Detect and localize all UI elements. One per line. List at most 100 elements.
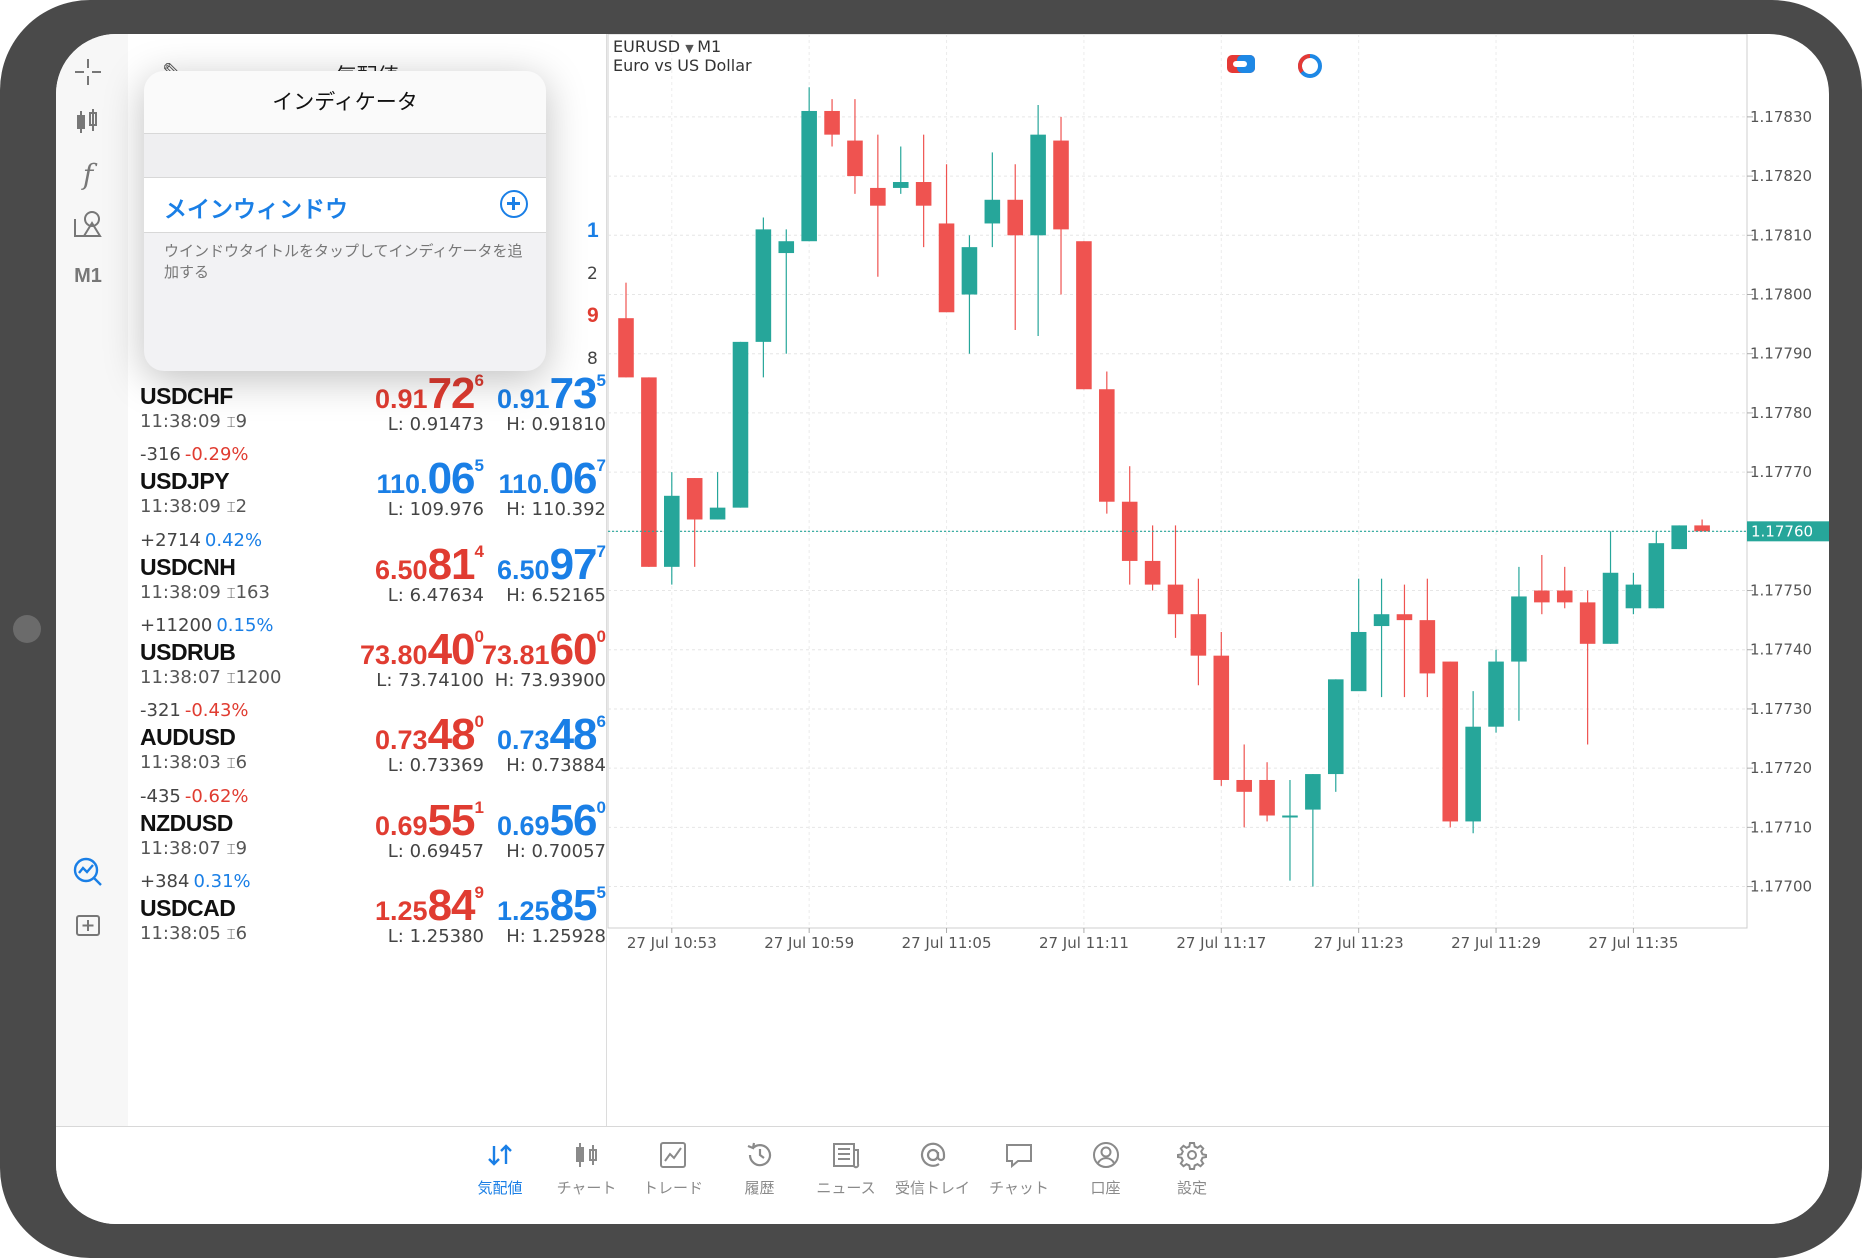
tab-trade[interactable]: トレード [628,1137,718,1198]
quote-change-points: -435 [140,785,181,807]
ask-price[interactable]: 1.25855 [497,881,606,931]
tab-account[interactable]: 口座 [1061,1137,1151,1198]
trading-signals-icon[interactable] [70,854,106,890]
candle-body [1144,560,1161,585]
add-indicator-icon[interactable] [500,190,528,218]
popover-title: インディケータ [144,71,546,134]
tab-history[interactable]: 履歴 [715,1137,805,1198]
timeframe-button[interactable]: M1 [70,258,106,294]
one-click-trading-icon[interactable] [1225,52,1257,76]
mailbox-icon [888,1137,978,1173]
ask-price[interactable]: 110.067 [499,454,606,504]
candle-body [1350,631,1367,692]
main-window-row[interactable]: メインウィンドウ [144,178,546,233]
ask-price-pip: 0 [596,626,606,646]
bid-price[interactable]: 0.91726 [375,369,484,419]
candle-body [1419,620,1436,674]
partial-value: 2 [587,264,598,284]
y-tick-label: 1.17830 [1750,108,1812,126]
add-window-icon[interactable] [70,907,106,943]
y-tick-label: 1.17720 [1750,759,1812,777]
ask-price[interactable]: 0.91735 [497,369,606,419]
ask-price-pip: 5 [596,371,606,390]
trade-levels-icon[interactable] [1296,52,1326,78]
chart-type-icon[interactable] [70,104,106,140]
candle-body [1236,779,1252,792]
tab-chat[interactable]: チャット [974,1137,1064,1198]
x-tick-label: 27 Jul 11:05 [902,934,992,952]
bid-price[interactable]: 0.73480 [375,710,484,760]
candlestick-chart[interactable]: 1.17830 1.17820 1.17810 1.17800 1.17790 1.177… [607,34,1829,1126]
candle-body [870,187,886,206]
bid-price[interactable]: 1.25849 [375,881,484,931]
candle-body [1511,596,1527,662]
chart-symbol-label[interactable]: EURUSD ▼ M1 [613,37,721,56]
ask-price-pip: 7 [596,541,606,561]
quote-time: 11:38:03 ⌶6 [140,752,247,773]
quote-spread: 163 [235,581,270,603]
y-tick-label: 1.17750 [1750,582,1812,600]
current-price-label: 1.17760 [1751,522,1813,540]
quote-time-value: 11:38:09 [140,496,221,518]
bid-price-big: 84 [427,880,476,930]
spread-icon: ⌶ [226,924,236,943]
main-window-label[interactable]: メインウィンドウ [164,190,348,224]
ask-price-pip: 6 [596,712,606,732]
bid-price-small: 0.91 [375,384,428,414]
candle-body [1053,140,1069,230]
bid-price-pip: 6 [474,371,484,390]
candle-body [1099,389,1115,502]
bid-price-big: 40 [427,624,476,674]
quote-low: L: 0.91473 [387,414,484,435]
ask-price-big: 97 [549,539,598,589]
candle-body [1625,584,1642,609]
tab-label: ニュース [816,1179,876,1197]
x-tick-label: 27 Jul 10:53 [627,934,717,952]
quote-high: H: 0.70057 [506,840,606,862]
quote-low: L: 0.73369 [387,755,484,777]
tab-label: チャット [989,1179,1049,1197]
quote-change-points: +2714 [140,529,201,551]
device-home-button[interactable] [13,615,41,643]
chart-area[interactable]: 1.17830 1.17820 1.17810 1.17800 1.17790 1.177… [607,34,1829,1126]
quote-time: 11:38:09 ⌶9 [140,411,247,432]
objects-icon[interactable] [70,206,106,242]
quote-symbol: AUDUSD [140,724,236,751]
tab-label: 設定 [1176,1179,1207,1197]
news-icon [801,1137,891,1173]
ask-price[interactable]: 0.73486 [497,710,606,760]
tab-chart[interactable]: チャート [542,1137,632,1198]
candle-body [1190,614,1207,656]
quote-change-percent: 0.42% [204,529,263,551]
bid-price[interactable]: 6.50814 [375,540,484,590]
tab-label: 履歴 [744,1179,775,1197]
quote-change-percent: 0.15% [216,614,274,636]
candle-body [618,318,634,378]
quote-time: 11:38:05 ⌶6 [140,923,247,944]
x-tick-label: 27 Jul 11:23 [1314,934,1404,952]
ask-price[interactable]: 0.69560 [497,796,606,846]
ask-price[interactable]: 6.50977 [497,540,606,590]
bid-price[interactable]: 0.69551 [375,796,484,846]
tab-settings[interactable]: 設定 [1147,1137,1237,1198]
quotes-icon [455,1137,545,1173]
quote-time: 11:38:09 ⌶163 [140,582,270,603]
tab-mailbox[interactable]: 受信トレイ [888,1137,978,1198]
tab-news[interactable]: ニュース [801,1137,891,1198]
app-screen: f M1 ✎ 気配値 1 2 9 [56,34,1829,1224]
candle-body [755,229,772,342]
candle-body [709,507,726,520]
tab-quotes[interactable]: 気配値 [455,1137,545,1198]
x-tick-label: 27 Jul 11:17 [1176,934,1266,952]
bid-price[interactable]: 73.80400 [360,625,484,675]
candle-body [1671,525,1687,550]
bid-price-pip: 0 [474,712,484,732]
ask-price[interactable]: 73.81600 [482,625,606,675]
y-tick-label: 1.17780 [1750,404,1812,422]
quote-change: -316 -0.29% [140,444,249,465]
bid-price[interactable]: 110.065 [377,454,484,504]
bid-price-small: 110. [376,469,428,500]
quote-row[interactable]: +384 0.31% USDCAD 11:38:05 ⌶6 1.25849 1.25855… [128,871,606,972]
indicators-icon[interactable]: f [70,156,106,192]
crosshair-icon[interactable] [70,54,106,90]
